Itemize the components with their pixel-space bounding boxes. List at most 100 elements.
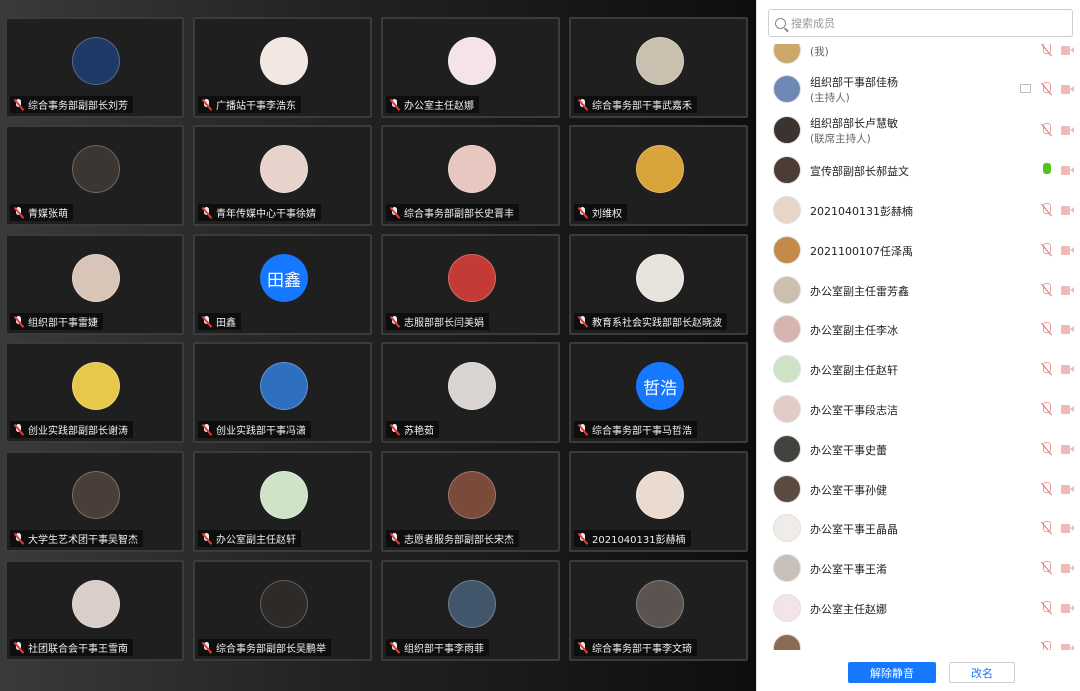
participant-avatar (72, 145, 120, 193)
member-row[interactable]: 办公室干事史蕾 (757, 429, 1080, 469)
video-tile[interactable]: 青年传媒中心干事徐婧 (193, 125, 372, 226)
video-tile[interactable]: 办公室副主任赵轩 (193, 451, 372, 552)
video-tile[interactable]: 田鑫 田鑫 (193, 234, 372, 335)
video-tile[interactable]: 青媒张萌 (5, 125, 184, 226)
mic-muted-icon (577, 641, 588, 654)
member-row[interactable]: 组织部干事部佳杨 (主持人) (757, 69, 1080, 109)
video-tile[interactable]: 苏艳茹 (381, 342, 560, 443)
mic-muted-icon[interactable] (1040, 641, 1052, 650)
video-tile[interactable]: 创业实践部干事冯潇 (193, 342, 372, 443)
participant-name: 2021040131彭赫楠 (592, 535, 686, 546)
participant-name: 青年传媒中心干事徐婧 (216, 209, 316, 220)
participant-label: 2021040131彭赫楠 (574, 530, 691, 547)
video-tile[interactable]: 办公室主任赵娜 (381, 17, 560, 118)
member-row[interactable]: 办公室副主任李冰 (757, 309, 1080, 349)
camera-off-icon[interactable] (1061, 405, 1074, 414)
video-tile[interactable]: 2021040131彭赫楠 (569, 451, 748, 552)
video-tile[interactable]: 刘维权 (569, 125, 748, 226)
camera-off-icon[interactable] (1061, 166, 1074, 175)
member-row[interactable]: 办公室干事王淆 (757, 548, 1080, 588)
member-row[interactable]: 组织部部长卢慧敏 (联席主持人) (757, 110, 1080, 150)
mic-muted-icon[interactable] (1040, 482, 1052, 496)
mic-muted-icon[interactable] (1040, 203, 1052, 217)
member-row[interactable]: 2021040131彭赫楠 (757, 190, 1080, 230)
video-tile[interactable]: 哲浩 综合事务部干事马哲浩 (569, 342, 748, 443)
video-tile[interactable]: 组织部干事李雨菲 (381, 560, 560, 661)
member-row[interactable]: 2021100107任泽禹 (757, 230, 1080, 270)
member-list[interactable]: (我) 组织部干事部佳杨 (主持人) 组织部部长卢慧敏 (联席主持人) 宣传部副部长郝益文… (757, 44, 1080, 650)
member-avatar (773, 514, 801, 542)
member-row[interactable]: 办公室干事段志洁 (757, 389, 1080, 429)
member-row[interactable]: (我) (757, 44, 1080, 70)
screen-share-icon[interactable] (1020, 84, 1031, 93)
mic-on-icon[interactable] (1040, 163, 1052, 177)
mic-muted-icon[interactable] (1040, 44, 1052, 57)
mic-muted-icon (389, 315, 400, 328)
member-row[interactable]: 宣传部副部长郝益文 (757, 150, 1080, 190)
participant-avatar (72, 580, 120, 628)
camera-off-icon[interactable] (1061, 524, 1074, 533)
mic-muted-icon (389, 98, 400, 111)
camera-off-icon[interactable] (1061, 46, 1074, 55)
camera-off-icon[interactable] (1061, 206, 1074, 215)
member-name: 办公室干事王淆 (810, 563, 887, 576)
mic-muted-icon[interactable] (1040, 283, 1052, 297)
mic-muted-icon[interactable] (1040, 561, 1052, 575)
member-row[interactable]: 办公室主任赵娜 (757, 588, 1080, 628)
camera-off-icon[interactable] (1061, 286, 1074, 295)
mic-muted-icon[interactable] (1040, 362, 1052, 376)
participant-avatar (448, 471, 496, 519)
camera-off-icon[interactable] (1061, 126, 1074, 135)
search-box[interactable] (768, 9, 1073, 37)
mic-muted-icon[interactable] (1040, 521, 1052, 535)
camera-off-icon[interactable] (1061, 85, 1074, 94)
member-row[interactable]: 办公室干事王晶晶 (757, 508, 1080, 548)
participant-label: 苏艳茹 (386, 421, 439, 438)
video-tile[interactable]: 综合事务部副部长吴鹏举 (193, 560, 372, 661)
video-tile[interactable]: 大学生艺术团干事吴智杰 (5, 451, 184, 552)
mic-muted-icon[interactable] (1040, 82, 1052, 96)
unmute-all-button[interactable]: 解除静音 (848, 662, 936, 683)
member-row[interactable]: 办公室副主任雷芳鑫 (757, 270, 1080, 310)
participant-label: 志服部部长闫美娟 (386, 313, 489, 330)
mic-muted-icon (13, 532, 24, 545)
video-tile[interactable]: 创业实践部副部长谢涛 (5, 342, 184, 443)
camera-off-icon[interactable] (1061, 644, 1074, 650)
participant-avatar (636, 580, 684, 628)
video-tile[interactable]: 综合事务部副部长史晋丰 (381, 125, 560, 226)
video-tile[interactable]: 综合事务部副部长刘芳 (5, 17, 184, 118)
mic-muted-icon[interactable] (1040, 243, 1052, 257)
mic-muted-icon[interactable] (1040, 322, 1052, 336)
video-tile[interactable]: 组织部干事雷婕 (5, 234, 184, 335)
participant-avatar (636, 471, 684, 519)
member-name: 办公室干事王晶晶 (810, 523, 898, 536)
rename-button[interactable]: 改名 (949, 662, 1015, 683)
mic-muted-icon[interactable] (1040, 402, 1052, 416)
member-row[interactable]: 办公室副主任赵轩 (757, 349, 1080, 389)
member-row[interactable] (757, 628, 1080, 650)
member-row[interactable]: 办公室干事孙健 (757, 469, 1080, 509)
camera-off-icon[interactable] (1061, 604, 1074, 613)
camera-off-icon[interactable] (1061, 365, 1074, 374)
mic-muted-icon[interactable] (1040, 123, 1052, 137)
camera-off-icon[interactable] (1061, 445, 1074, 454)
video-tile[interactable]: 综合事务部干事武嘉禾 (569, 17, 748, 118)
camera-off-icon[interactable] (1061, 325, 1074, 334)
camera-off-icon[interactable] (1061, 246, 1074, 255)
participant-name: 青媒张萌 (28, 209, 68, 220)
member-name: 组织部干事部佳杨 (810, 76, 898, 89)
video-tile[interactable]: 志服部部长闫美娟 (381, 234, 560, 335)
camera-off-icon[interactable] (1061, 485, 1074, 494)
video-tile[interactable]: 广播站干事李浩东 (193, 17, 372, 118)
mic-muted-icon[interactable] (1040, 442, 1052, 456)
video-tile[interactable]: 教育系社会实践部部长赵晓波 (569, 234, 748, 335)
video-tile[interactable]: 社团联合会干事王雪南 (5, 560, 184, 661)
panel-footer: 解除静音 改名 (757, 652, 1080, 691)
mic-muted-icon (577, 532, 588, 545)
video-tile[interactable]: 志愿者服务部副部长宋杰 (381, 451, 560, 552)
mic-muted-icon (389, 423, 400, 436)
mic-muted-icon[interactable] (1040, 601, 1052, 615)
search-input[interactable] (791, 16, 1061, 30)
video-tile[interactable]: 综合事务部干事李文琦 (569, 560, 748, 661)
camera-off-icon[interactable] (1061, 564, 1074, 573)
